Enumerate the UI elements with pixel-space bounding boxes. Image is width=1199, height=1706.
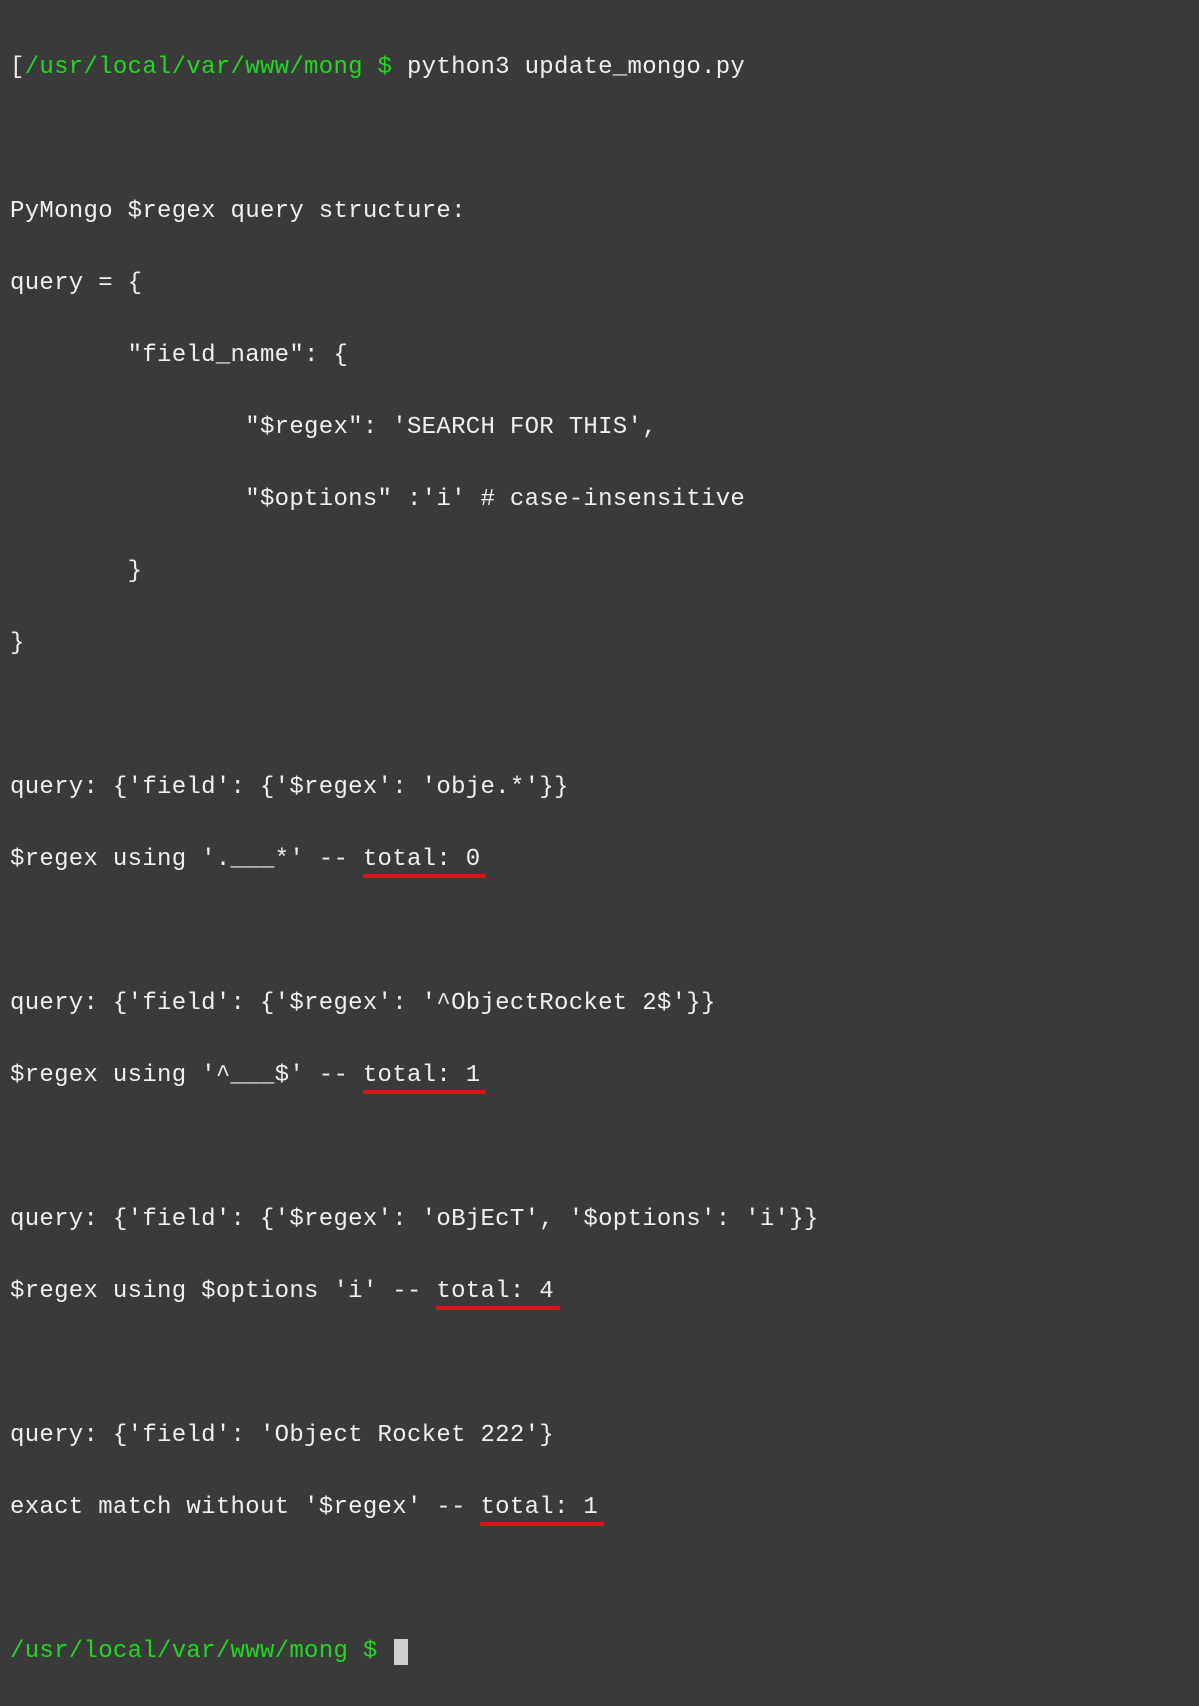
terminal-output[interactable]: [/usr/local/var/www/mong $ python3 updat… bbox=[10, 14, 1189, 1706]
query-4-line: query: {'field': 'Object Rocket 222'} bbox=[10, 1418, 1189, 1454]
query-2-result-line: $regex using '^___$' -- total: 1 bbox=[10, 1058, 1189, 1094]
bracket-open: [ bbox=[10, 54, 25, 81]
output-structure-6: } bbox=[10, 554, 1189, 590]
prompt-dollar: $ bbox=[348, 1638, 392, 1665]
query-2-line: query: {'field': {'$regex': '^ObjectRock… bbox=[10, 986, 1189, 1022]
output-structure-4: "$regex": 'SEARCH FOR THIS', bbox=[10, 410, 1189, 446]
cwd-path: /usr/local/var/www/mong bbox=[10, 1638, 348, 1665]
query-2-total: total: 1 bbox=[363, 1062, 481, 1089]
output-structure-7: } bbox=[10, 626, 1189, 662]
blank-line bbox=[10, 914, 1189, 950]
query-3-prefix: $regex using $options 'i' -- bbox=[10, 1278, 436, 1305]
query-1-total: total: 0 bbox=[363, 846, 481, 873]
output-structure-2: query = { bbox=[10, 266, 1189, 302]
output-structure-3: "field_name": { bbox=[10, 338, 1189, 374]
query-2-prefix: $regex using '^___$' -- bbox=[10, 1062, 363, 1089]
blank-line bbox=[10, 698, 1189, 734]
output-structure-5: "$options" :'i' # case-insensitive bbox=[10, 482, 1189, 518]
query-1-result-line: $regex using '.___*' -- total: 0 bbox=[10, 842, 1189, 878]
query-3-total: total: 4 bbox=[436, 1278, 554, 1305]
blank-line bbox=[10, 122, 1189, 158]
cwd-path: /usr/local/var/www/mong bbox=[25, 54, 363, 81]
command-text: python3 update_mongo.py bbox=[407, 54, 745, 81]
query-4-total: total: 1 bbox=[480, 1494, 598, 1521]
prompt-dollar: $ bbox=[363, 54, 407, 81]
blank-line bbox=[10, 1130, 1189, 1166]
query-3-line: query: {'field': {'$regex': 'oBjEcT', '$… bbox=[10, 1202, 1189, 1238]
query-4-prefix: exact match without '$regex' -- bbox=[10, 1494, 480, 1521]
query-4-result-line: exact match without '$regex' -- total: 1 bbox=[10, 1490, 1189, 1526]
query-1-prefix: $regex using '.___*' -- bbox=[10, 846, 363, 873]
query-1-line: query: {'field': {'$regex': 'obje.*'}} bbox=[10, 770, 1189, 806]
prompt-line-1: [/usr/local/var/www/mong $ python3 updat… bbox=[10, 50, 1189, 86]
prompt-line-2[interactable]: /usr/local/var/www/mong $ bbox=[10, 1634, 1189, 1670]
blank-line bbox=[10, 1346, 1189, 1382]
output-structure-1: PyMongo $regex query structure: bbox=[10, 194, 1189, 230]
blank-line bbox=[10, 1562, 1189, 1598]
cursor-block-icon bbox=[394, 1639, 408, 1665]
query-3-result-line: $regex using $options 'i' -- total: 4 bbox=[10, 1274, 1189, 1310]
